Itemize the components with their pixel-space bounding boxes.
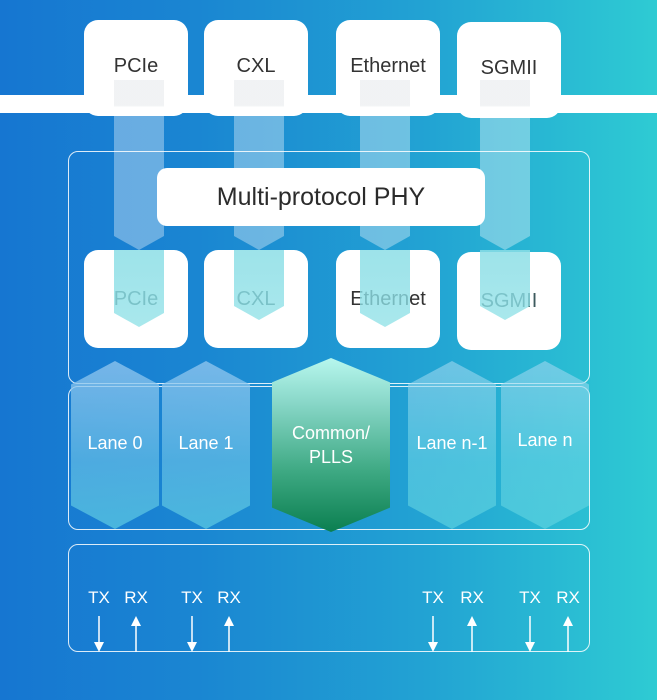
tx-label: TX: [88, 588, 110, 607]
common-label-line1: Common/: [291, 423, 371, 443]
lane-label: Lane n: [517, 429, 573, 450]
protocol-label: Ethernet: [350, 54, 426, 77]
protocol-label: PCIe: [113, 54, 159, 77]
protocol-label: SGMII: [480, 56, 538, 79]
arrow-down-icon: [428, 616, 438, 652]
connector-arrow-sgmii: [480, 250, 530, 320]
rx-label: RX: [217, 588, 241, 607]
arrow-down-icon: [187, 616, 197, 652]
phy-title: Multi-protocol PHY: [157, 168, 485, 226]
lane-label: Lane 1: [178, 432, 234, 453]
lane-label: Lane 0: [87, 432, 143, 453]
lane-0: Lane 0: [71, 361, 159, 529]
tx-label: TX: [422, 588, 444, 607]
arrow-down-icon: [94, 616, 104, 652]
rx-label: RX: [124, 588, 148, 607]
protocol-label: CXL: [236, 54, 276, 77]
connector-pcie: [114, 80, 164, 250]
tx-label: TX: [181, 588, 203, 607]
lane-1: Lane 1: [162, 361, 250, 529]
lane-n-minus-1: Lane n-1: [408, 361, 496, 529]
lane-n: Lane n: [501, 361, 589, 529]
rx-label: RX: [460, 588, 484, 607]
connector-arrow-pcie: [114, 250, 164, 327]
arrow-up-icon: [131, 616, 141, 652]
connector-arrow-ethernet: [360, 250, 410, 327]
arrow-up-icon: [563, 616, 573, 652]
arrow-down-icon: [525, 616, 535, 652]
connector-arrow-cxl: [234, 250, 284, 320]
arrow-up-icon: [224, 616, 234, 652]
connector-sgmii: [480, 80, 530, 250]
lane-label: Lane n-1: [416, 432, 488, 453]
arrow-up-icon: [467, 616, 477, 652]
tx-label: TX: [519, 588, 541, 607]
rx-label: RX: [556, 588, 580, 607]
common-label-line2: PLLS: [308, 447, 354, 467]
common-plls-block: Common/ PLLS: [272, 358, 390, 532]
